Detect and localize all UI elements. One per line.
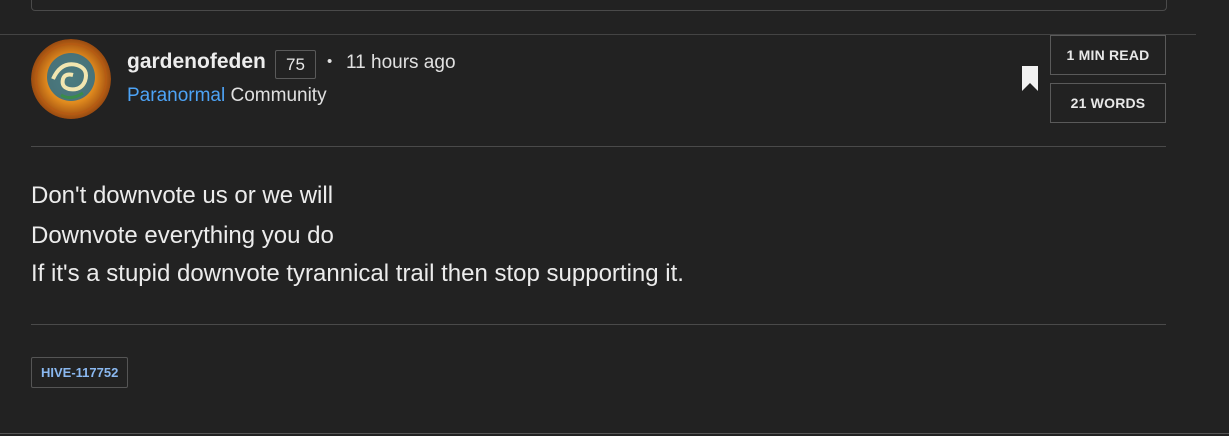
avatar[interactable] (31, 39, 111, 119)
top-divider (0, 34, 1196, 35)
bottom-divider (0, 433, 1229, 434)
header-divider (31, 146, 1166, 147)
body-divider (31, 324, 1166, 325)
post-body-line: Downvote everything you do (31, 222, 334, 249)
post-body-line: Don't downvote us or we will (31, 182, 334, 209)
reputation-badge: 75 (275, 50, 316, 79)
previous-card-edge (31, 0, 1167, 11)
post-body-line: If it's a stupid downvote tyrannical tra… (31, 260, 684, 287)
tag-hive[interactable]: HIVE-117752 (31, 357, 129, 388)
word-count-badge: 21 WORDS (1050, 83, 1166, 123)
meta-separator: • (327, 53, 333, 70)
community-link[interactable]: Paranormal (127, 85, 225, 106)
author-name[interactable]: gardenofeden (127, 50, 266, 74)
community-line: Paranormal Community (127, 85, 327, 107)
read-time-badge: 1 MIN READ (1050, 35, 1166, 75)
avatar-image (31, 39, 111, 119)
bookmark-icon[interactable] (1022, 66, 1038, 91)
community-suffix: Community (230, 85, 327, 106)
post-time: 11 hours ago (346, 52, 456, 73)
